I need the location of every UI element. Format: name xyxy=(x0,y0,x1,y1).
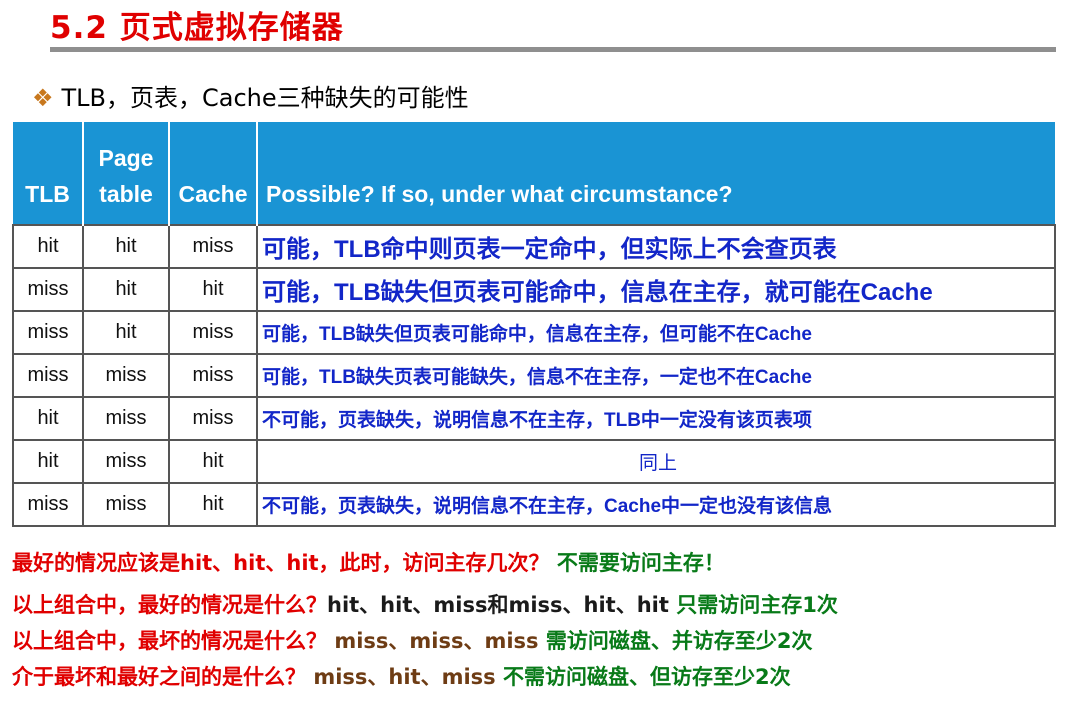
cell-description: 不可能，页表缺失，说明信息不在主存，TLB中一定没有该页表项 xyxy=(256,396,1056,441)
cell-cache: miss xyxy=(168,224,258,269)
cell-tlb: hit xyxy=(12,396,84,441)
cell-tlb: miss xyxy=(12,353,84,398)
note-combination: miss、hit、miss xyxy=(313,665,496,689)
note-line-2: 以上组合中，最好的情况是什么？hit、hit、miss和miss、hit、hit… xyxy=(12,590,838,620)
table-row: miss hit miss 可能，TLB缺失但页表可能命中，信息在主存，但可能不… xyxy=(12,310,1056,355)
cell-description: 不可能，页表缺失，说明信息不在主存，Cache中一定也没有该信息 xyxy=(256,482,1056,527)
note-question: 以上组合中，最好的情况是什么？ xyxy=(12,593,327,617)
header-page-table: Page table xyxy=(83,122,170,225)
cell-cache: miss xyxy=(168,396,258,441)
note-question: 以上组合中，最坏的情况是什么？ xyxy=(12,629,327,653)
note-answer: 只需访问主存1次 xyxy=(676,593,838,617)
diamond-bullet-icon: ❖ xyxy=(32,84,54,112)
title-divider xyxy=(50,47,1056,52)
cell-page-table: miss xyxy=(82,482,170,527)
cell-description: 同上 xyxy=(256,439,1056,484)
cell-cache: hit xyxy=(168,439,258,484)
table-row: miss miss miss 可能，TLB缺失页表可能缺失，信息不在主存，一定也… xyxy=(12,353,1056,398)
cell-tlb: miss xyxy=(12,267,84,312)
subtitle: ❖ TLB，页表，Cache三种缺失的可能性 xyxy=(32,78,469,113)
cell-description: 可能，TLB缺失但页表可能命中，信息在主存，就可能在Cache xyxy=(256,267,1056,312)
cell-page-table: miss xyxy=(82,353,170,398)
note-line-4: 介于最坏和最好之间的是什么？ miss、hit、miss 不需访问磁盘、但访存至… xyxy=(12,662,791,692)
header-cache: Cache xyxy=(169,122,258,225)
header-tlb: TLB xyxy=(13,122,84,225)
note-question: 介于最坏和最好之间的是什么？ xyxy=(12,665,306,689)
note-line-3: 以上组合中，最坏的情况是什么？ miss、miss、miss 需访问磁盘、并访存… xyxy=(12,626,813,656)
cell-description: 可能，TLB命中则页表一定命中，但实际上不会查页表 xyxy=(256,224,1056,269)
header-possible: Possible? If so, under what circumstance… xyxy=(257,122,1055,225)
table-row: miss miss hit 不可能，页表缺失，说明信息不在主存，Cache中一定… xyxy=(12,482,1056,527)
table-row: hit hit miss 可能，TLB命中则页表一定命中，但实际上不会查页表 xyxy=(12,224,1056,269)
cell-cache: hit xyxy=(168,482,258,527)
note-question: 最好的情况应该是hit、hit、hit，此时，访问主存几次？ xyxy=(12,551,550,575)
header-page-table-text: Page table xyxy=(98,145,154,207)
subtitle-text: TLB，页表，Cache三种缺失的可能性 xyxy=(61,84,469,112)
table-row: miss hit hit 可能，TLB缺失但页表可能命中，信息在主存，就可能在C… xyxy=(12,267,1056,312)
note-line-1: 最好的情况应该是hit、hit、hit，此时，访问主存几次？ 不需要访问主存！ xyxy=(12,548,725,578)
cell-tlb: miss xyxy=(12,310,84,355)
note-combination: hit、hit、miss和miss、hit、hit xyxy=(327,593,669,617)
cell-description: 可能，TLB缺失但页表可能命中，信息在主存，但可能不在Cache xyxy=(256,310,1056,355)
page-title: 5.2 页式虚拟存储器 xyxy=(50,10,344,46)
cell-description: 可能，TLB缺失页表可能缺失，信息不在主存，一定也不在Cache xyxy=(256,353,1056,398)
note-combination: miss、miss、miss xyxy=(334,629,539,653)
cell-cache: miss xyxy=(168,353,258,398)
note-answer: 需访问磁盘、并访存至少2次 xyxy=(545,629,813,653)
table-header-row: TLB Page table Cache Possible? If so, un… xyxy=(13,122,1055,225)
cell-tlb: hit xyxy=(12,439,84,484)
tlb-pagetable-cache-table: TLB Page table Cache Possible? If so, un… xyxy=(12,122,1056,527)
cell-cache: hit xyxy=(168,267,258,312)
cell-page-table: miss xyxy=(82,396,170,441)
cell-page-table: hit xyxy=(82,224,170,269)
note-answer: 不需要访问主存！ xyxy=(556,551,725,575)
cell-cache: miss xyxy=(168,310,258,355)
table-row: hit miss miss 不可能，页表缺失，说明信息不在主存，TLB中一定没有… xyxy=(12,396,1056,441)
cell-page-table: hit xyxy=(82,310,170,355)
table-row: hit miss hit 同上 xyxy=(12,439,1056,484)
cell-page-table: hit xyxy=(82,267,170,312)
note-answer: 不需访问磁盘、但访存至少2次 xyxy=(502,665,791,689)
cell-page-table: miss xyxy=(82,439,170,484)
cell-tlb: hit xyxy=(12,224,84,269)
cell-tlb: miss xyxy=(12,482,84,527)
